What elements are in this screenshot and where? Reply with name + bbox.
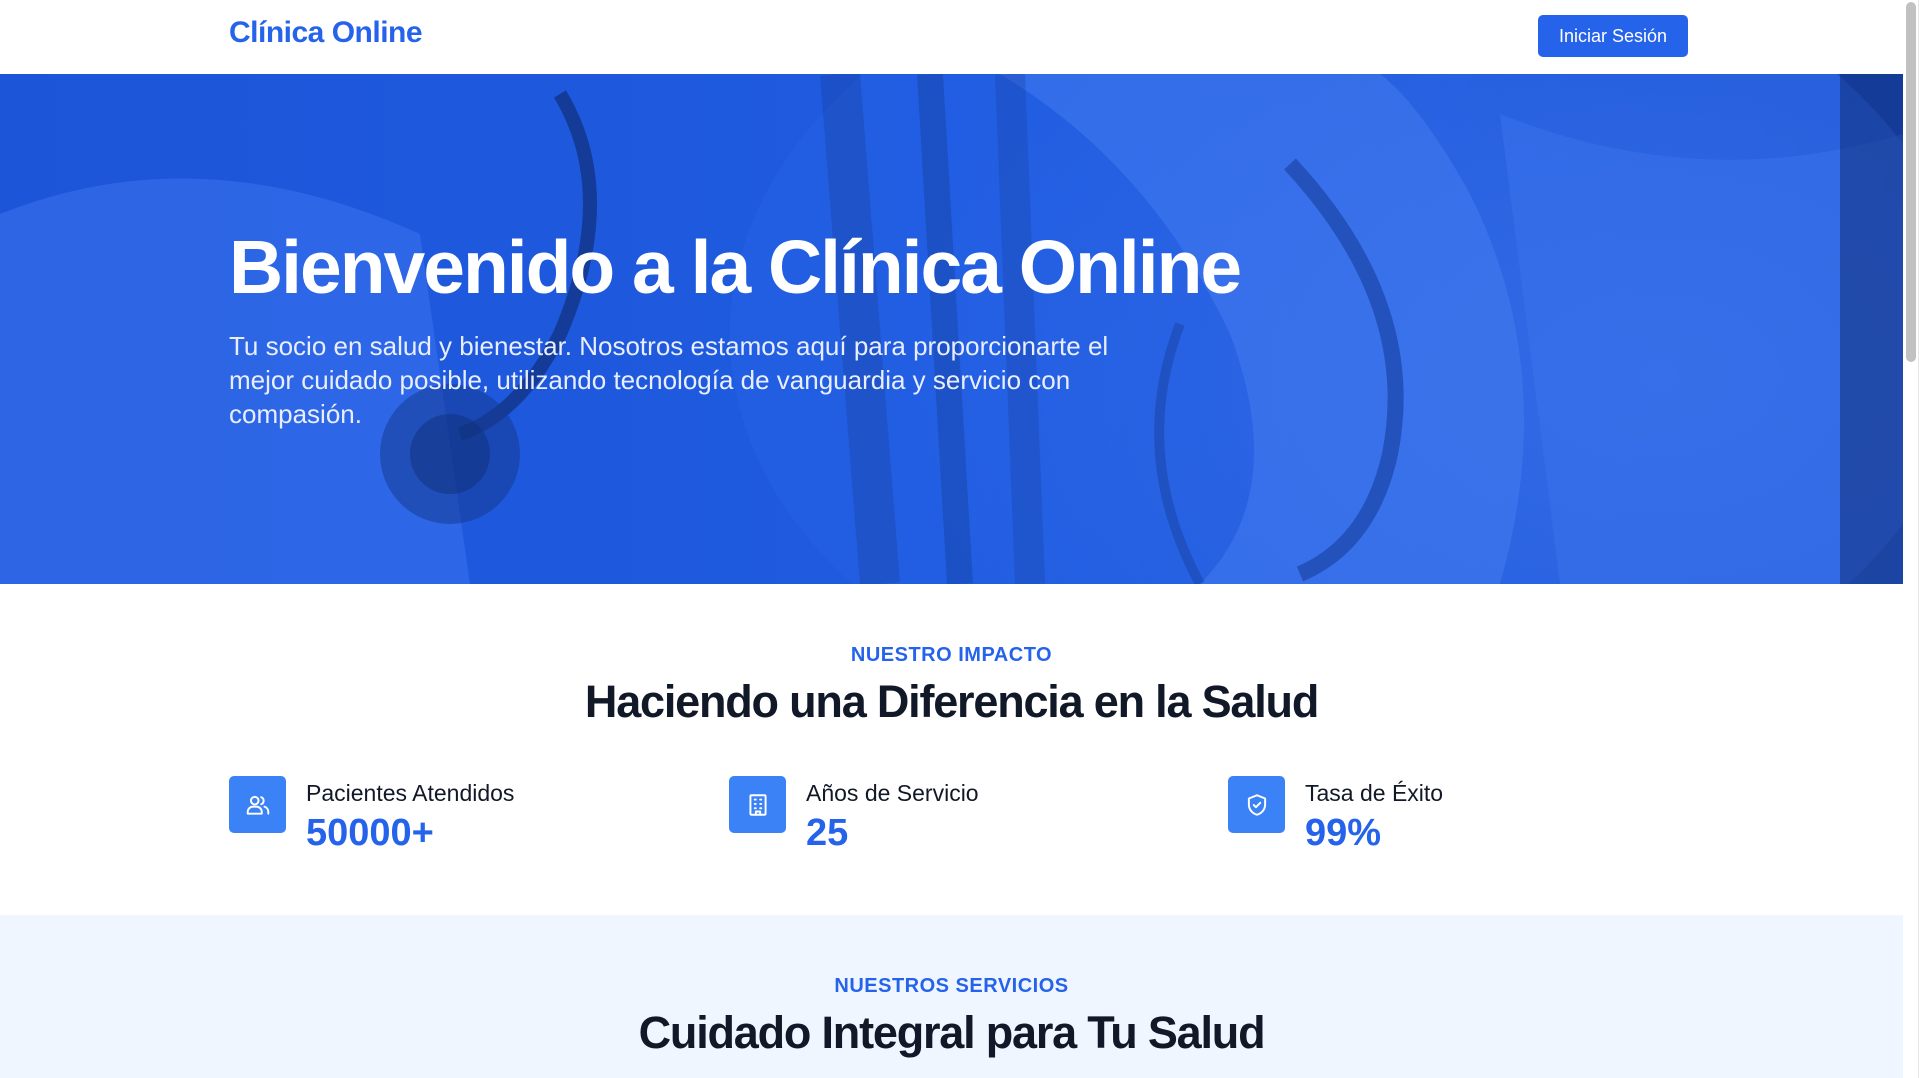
- shield-check-icon: [1228, 776, 1285, 833]
- services-title: Cuidado Integral para Tu Salud: [638, 1007, 1266, 1058]
- stat-label: Tasa de Éxito: [1305, 780, 1444, 806]
- stat-label: Pacientes Atendidos: [306, 780, 515, 806]
- brand-logo[interactable]: Clínica Online: [229, 16, 423, 50]
- services-eyebrow: NUESTROS SERVICIOS: [834, 975, 1069, 997]
- users-icon: [229, 776, 286, 833]
- stat-patients: Pacientes Atendidos 50000+: [229, 776, 649, 866]
- stat-value: 99%: [1305, 812, 1382, 854]
- hero-title: Bienvenido a la Clínica Online: [229, 225, 1242, 309]
- stat-success: Tasa de Éxito 99%: [1228, 776, 1648, 866]
- stat-value: 50000+: [306, 812, 434, 854]
- stat-label: Años de Servicio: [806, 780, 979, 806]
- login-button[interactable]: Iniciar Sesión: [1538, 15, 1688, 57]
- scrollbar-thumb[interactable]: [1906, 2, 1916, 362]
- services-section: NUESTROS SERVICIOS Cuidado Integral para…: [0, 915, 1903, 1078]
- hero-subtitle: Tu socio en salud y bienestar. Nosotros …: [229, 331, 1109, 429]
- site-header: Clínica Online Iniciar Sesión: [0, 0, 1903, 74]
- stat-years: Años de Servicio 25: [729, 776, 1149, 866]
- hero-section: Bienvenido a la Clínica Online Tu socio …: [0, 74, 1903, 584]
- building-icon: [729, 776, 786, 833]
- stat-value: 25: [806, 812, 849, 854]
- impact-section: NUESTRO IMPACTO Haciendo una Diferencia …: [0, 584, 1903, 915]
- impact-title: Haciendo una Diferencia en la Salud: [584, 676, 1319, 727]
- impact-eyebrow: NUESTRO IMPACTO: [850, 644, 1053, 666]
